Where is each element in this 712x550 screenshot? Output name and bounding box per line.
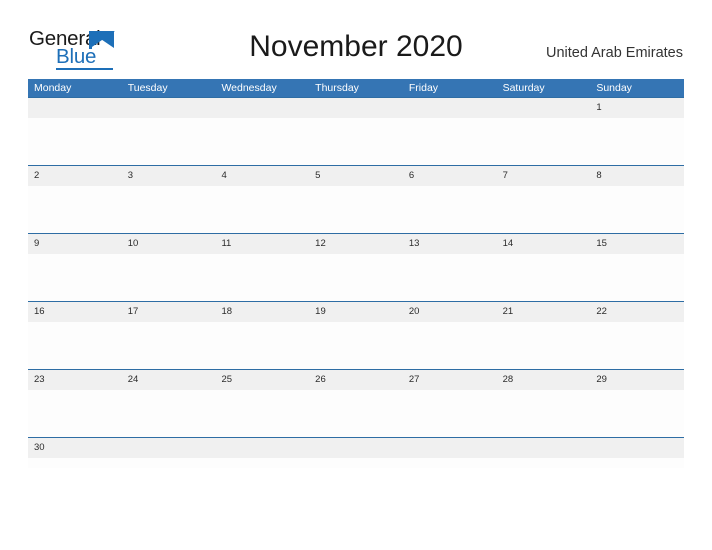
day-cell[interactable]: 12 bbox=[309, 234, 403, 254]
day-cell[interactable]: 7 bbox=[497, 166, 591, 186]
week-row: 9 10 11 12 13 14 15 bbox=[28, 233, 684, 301]
day-cell[interactable]: 13 bbox=[403, 234, 497, 254]
week-row: 23 24 25 26 27 28 29 bbox=[28, 369, 684, 437]
week-row: 1 bbox=[28, 97, 684, 165]
week-note-area[interactable] bbox=[28, 458, 684, 468]
week-date-band: 23 24 25 26 27 28 29 bbox=[28, 370, 684, 390]
week-note-area[interactable] bbox=[28, 186, 684, 233]
week-note-area[interactable] bbox=[28, 390, 684, 437]
day-cell[interactable]: 20 bbox=[403, 302, 497, 322]
day-cell[interactable]: 3 bbox=[122, 166, 216, 186]
week-date-band: 9 10 11 12 13 14 15 bbox=[28, 234, 684, 254]
day-cell[interactable]: 26 bbox=[309, 370, 403, 390]
weekday-header-monday: Monday bbox=[34, 82, 72, 94]
week-row: 30 bbox=[28, 437, 684, 468]
day-cell[interactable]: 9 bbox=[28, 234, 122, 254]
day-cell[interactable]: 18 bbox=[215, 302, 309, 322]
day-cell[interactable] bbox=[28, 98, 122, 118]
day-cell[interactable]: 6 bbox=[403, 166, 497, 186]
page-header: General Blue November 2020 United Arab E… bbox=[0, 0, 712, 76]
day-cell[interactable]: 11 bbox=[215, 234, 309, 254]
day-cell[interactable] bbox=[497, 98, 591, 118]
day-cell[interactable] bbox=[403, 98, 497, 118]
day-cell[interactable]: 22 bbox=[590, 302, 684, 322]
weekday-header-wednesday: Wednesday bbox=[221, 82, 277, 94]
day-cell[interactable]: 27 bbox=[403, 370, 497, 390]
week-row: 16 17 18 19 20 21 22 bbox=[28, 301, 684, 369]
day-cell[interactable]: 19 bbox=[309, 302, 403, 322]
day-cell[interactable]: 2 bbox=[28, 166, 122, 186]
day-cell[interactable]: 5 bbox=[309, 166, 403, 186]
week-date-band: 16 17 18 19 20 21 22 bbox=[28, 302, 684, 322]
week-note-area[interactable] bbox=[28, 254, 684, 301]
day-cell[interactable] bbox=[122, 98, 216, 118]
week-date-band: 2 3 4 5 6 7 8 bbox=[28, 166, 684, 186]
day-cell[interactable] bbox=[497, 438, 591, 458]
day-cell[interactable] bbox=[309, 438, 403, 458]
calendar-page: General Blue November 2020 United Arab E… bbox=[0, 0, 712, 550]
day-cell[interactable]: 23 bbox=[28, 370, 122, 390]
weekday-header-thursday: Thursday bbox=[315, 82, 359, 94]
weekday-header-row: Monday Tuesday Wednesday Thursday Friday… bbox=[28, 79, 684, 97]
logo-underline bbox=[56, 68, 113, 70]
week-row: 2 3 4 5 6 7 8 bbox=[28, 165, 684, 233]
week-date-band: 30 bbox=[28, 438, 684, 458]
week-note-area[interactable] bbox=[28, 322, 684, 369]
day-cell[interactable]: 30 bbox=[28, 438, 122, 458]
day-cell[interactable]: 29 bbox=[590, 370, 684, 390]
day-cell[interactable] bbox=[309, 98, 403, 118]
day-cell[interactable]: 24 bbox=[122, 370, 216, 390]
day-cell[interactable]: 4 bbox=[215, 166, 309, 186]
day-cell[interactable] bbox=[590, 438, 684, 458]
weekday-header-friday: Friday bbox=[408, 82, 439, 94]
day-cell[interactable] bbox=[122, 438, 216, 458]
week-note-area[interactable] bbox=[28, 118, 684, 165]
day-cell[interactable] bbox=[403, 438, 497, 458]
day-cell[interactable] bbox=[215, 438, 309, 458]
day-cell[interactable]: 17 bbox=[122, 302, 216, 322]
weekday-header-saturday: Saturday bbox=[502, 82, 545, 94]
week-date-band: 1 bbox=[28, 98, 684, 118]
day-cell[interactable]: 16 bbox=[28, 302, 122, 322]
day-cell[interactable]: 21 bbox=[497, 302, 591, 322]
day-cell[interactable]: 14 bbox=[497, 234, 591, 254]
day-cell[interactable]: 25 bbox=[215, 370, 309, 390]
day-cell[interactable]: 28 bbox=[497, 370, 591, 390]
day-cell[interactable]: 10 bbox=[122, 234, 216, 254]
weekday-header-sunday: Sunday bbox=[596, 82, 632, 94]
weekday-header-tuesday: Tuesday bbox=[127, 82, 168, 94]
day-cell[interactable]: 8 bbox=[590, 166, 684, 186]
day-cell[interactable] bbox=[215, 98, 309, 118]
day-cell[interactable]: 15 bbox=[590, 234, 684, 254]
day-cell[interactable]: 1 bbox=[590, 98, 684, 118]
country-label: United Arab Emirates bbox=[545, 45, 683, 61]
calendar-grid: Monday Tuesday Wednesday Thursday Friday… bbox=[28, 79, 684, 468]
